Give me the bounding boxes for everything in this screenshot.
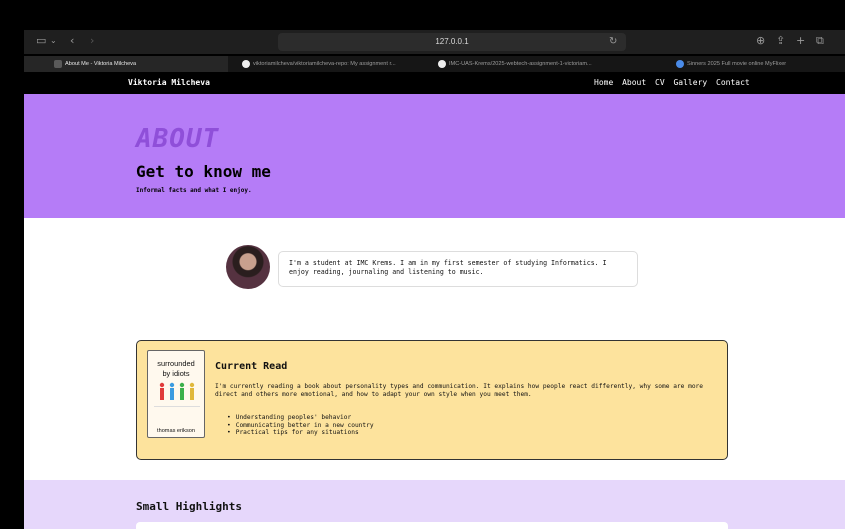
browser-toolbar: ▭ ⌄ ‹ › 127.0.0.1 ↻ ⊕ ⇪ + ⧉ — [24, 30, 845, 54]
nav-links: Home About CV Gallery Contact — [594, 72, 754, 94]
github-icon — [242, 59, 250, 68]
list-item: Practical tips for any situations — [227, 429, 374, 437]
tab-myflixer[interactable]: Sinners 2025 Full movie online MyFlixer — [632, 56, 845, 72]
download-icon[interactable]: ⊕ — [756, 33, 765, 49]
list-item: Understanding peoples' behavior — [227, 414, 374, 422]
book-title-line2: by idiots — [162, 369, 190, 378]
chevron-down-icon[interactable]: ⌄ — [50, 33, 57, 49]
avatar — [226, 245, 270, 289]
book-figures-icon — [159, 382, 195, 400]
tab-overview-icon[interactable]: ⧉ — [816, 33, 824, 49]
current-read-text: I'm currently reading a book about perso… — [215, 383, 703, 399]
sidebar-icon[interactable]: ▭ — [36, 33, 46, 49]
nav-link-gallery[interactable]: Gallery — [673, 78, 707, 87]
highlight-item — [136, 522, 728, 529]
site-nav: Viktoria Milcheva Home About CV Gallery … — [24, 72, 845, 94]
tab-github-repo[interactable]: viktoriamilcheva/viktoriamilcheva-repo: … — [230, 56, 426, 72]
browser-chrome: ▭ ⌄ ‹ › 127.0.0.1 ↻ ⊕ ⇪ + ⧉ About Me - V… — [0, 0, 845, 72]
book-author: thomas erikson — [157, 428, 195, 434]
tab-github-assignment[interactable]: IMC-UAS-Krems/2025-webtech-assignment-1-… — [428, 56, 630, 72]
highlights-section: Small Highlights — [24, 480, 845, 529]
book-fine-print — [154, 406, 200, 426]
address-bar[interactable]: 127.0.0.1 — [278, 33, 626, 51]
new-tab-icon[interactable]: + — [796, 33, 805, 49]
current-read-title: Current Read — [215, 361, 288, 372]
back-icon[interactable]: ‹ — [70, 33, 74, 49]
page-title: Get to know me — [136, 162, 271, 181]
page-content: ABOUT Get to know me Informal facts and … — [24, 94, 845, 529]
hero-section: ABOUT Get to know me Informal facts and … — [24, 94, 845, 218]
book-title-line1: surrounded — [157, 359, 195, 368]
hero-eyebrow: ABOUT — [136, 124, 220, 154]
nav-link-cv[interactable]: CV — [655, 78, 665, 87]
intro-text: I'm a student at IMC Krems. I am in my f… — [278, 251, 638, 287]
book-cover: surrounded by idiots thomas erikson — [147, 350, 205, 438]
hero-subtitle: Informal facts and what I enjoy. — [136, 187, 252, 194]
favicon-icon — [54, 59, 62, 68]
favicon-icon — [676, 59, 684, 68]
current-read-list: Understanding peoples' behavior Communic… — [227, 414, 374, 437]
nav-link-about[interactable]: About — [622, 78, 646, 87]
nav-link-home[interactable]: Home — [594, 78, 613, 87]
nav-link-contact[interactable]: Contact — [716, 78, 750, 87]
tab-bar: About Me - Viktoria Milcheva viktoriamil… — [24, 56, 845, 72]
share-icon[interactable]: ⇪ — [776, 33, 785, 49]
list-item: Communicating better in a new country — [227, 422, 374, 430]
reload-icon[interactable]: ↻ — [609, 33, 617, 51]
tab-about-me[interactable]: About Me - Viktoria Milcheva — [24, 56, 228, 72]
highlights-title: Small Highlights — [136, 500, 242, 513]
site-brand[interactable]: Viktoria Milcheva — [128, 72, 210, 94]
current-read-card: surrounded by idiots thomas erikson Curr… — [136, 340, 728, 460]
github-icon — [438, 59, 446, 68]
forward-icon[interactable]: › — [90, 33, 94, 49]
